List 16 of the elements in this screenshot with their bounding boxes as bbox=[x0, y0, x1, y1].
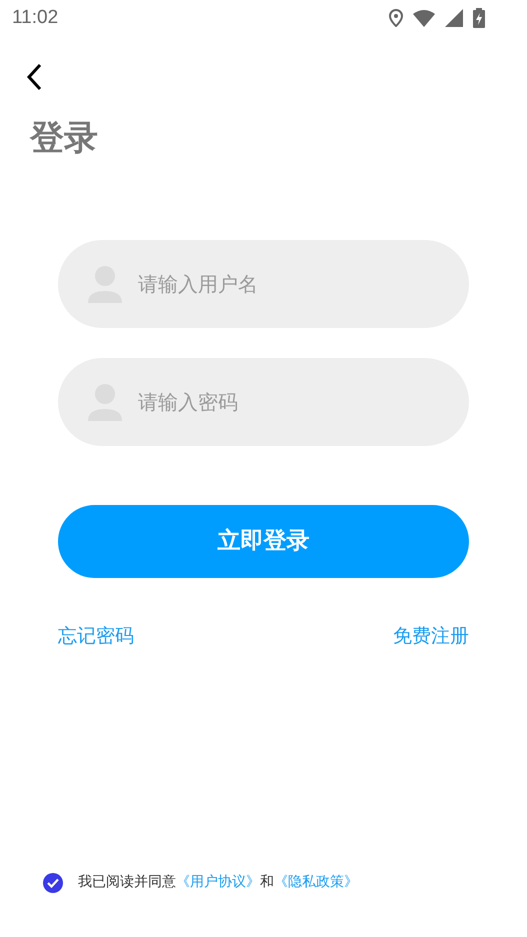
user-agreement-link[interactable]: 《用户协议》 bbox=[176, 874, 260, 890]
input-field[interactable]: 请输入用户名 bbox=[58, 240, 469, 328]
checkmark-icon bbox=[47, 878, 59, 888]
agreement-text: 我已阅读并同意《用户协议》和《隐私政策》 bbox=[78, 873, 358, 892]
page-title: 登录 bbox=[30, 117, 98, 160]
signal-icon bbox=[445, 9, 463, 27]
status-time: 11:02 bbox=[12, 6, 58, 30]
forgot-password-link[interactable]: 忘记密码 bbox=[58, 622, 134, 650]
login-button[interactable]: 立即登录 bbox=[58, 505, 469, 578]
input-field[interactable]: 请输入密码 bbox=[58, 358, 469, 446]
battery-icon bbox=[473, 8, 485, 28]
agreement-checkbox[interactable] bbox=[43, 872, 63, 892]
wifi-icon bbox=[413, 9, 435, 27]
privacy-policy-link[interactable]: 《隐私政策》 bbox=[274, 874, 358, 890]
register-link[interactable]: 免费注册 bbox=[393, 622, 469, 650]
location-icon bbox=[389, 9, 403, 27]
